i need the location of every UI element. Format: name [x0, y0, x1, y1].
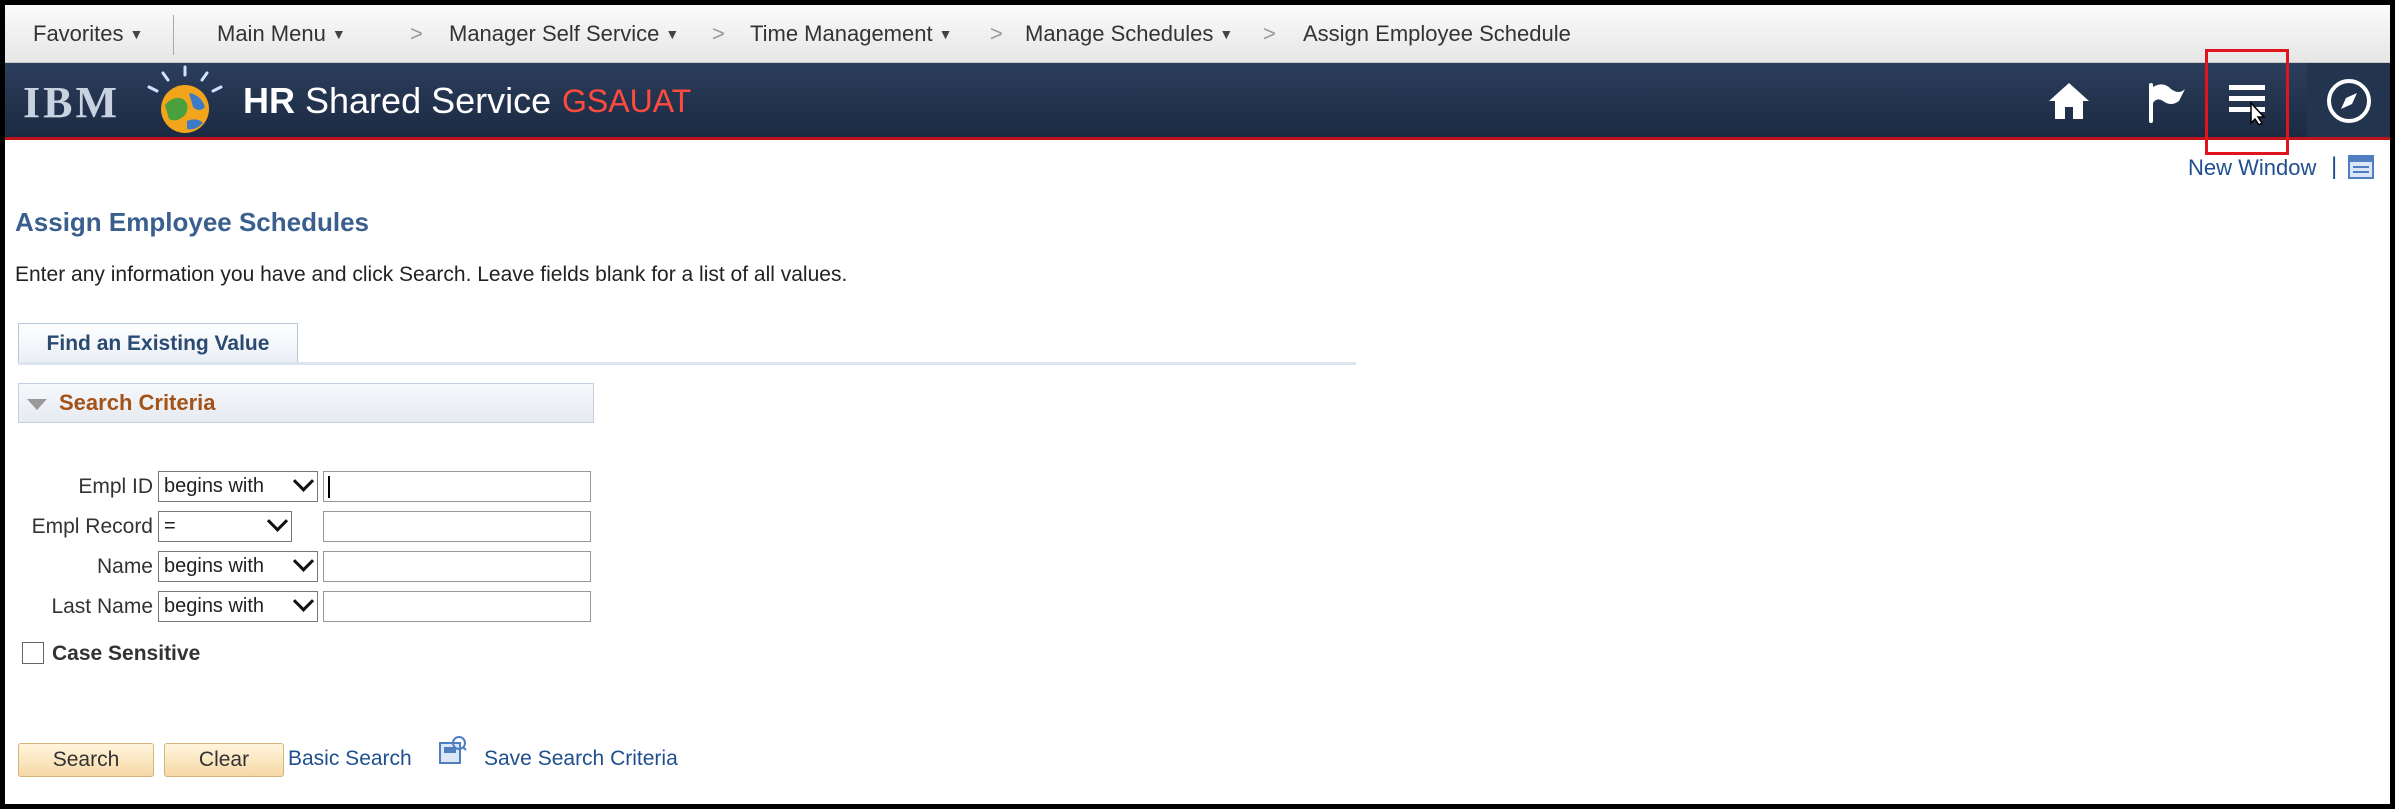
breadcrumb-main-menu[interactable]: Main Menu ▼	[217, 5, 346, 62]
breadcrumb-manager-self-service[interactable]: Manager Self Service ▼	[449, 5, 679, 62]
flag-icon[interactable]	[2141, 77, 2189, 125]
tab-find-existing-value[interactable]: Find an Existing Value	[18, 323, 298, 363]
empl-id-input[interactable]	[323, 471, 591, 502]
breadcrumb-separator: >	[410, 21, 423, 46]
last-name-label: Last Name	[51, 595, 153, 618]
breadcrumb-separator: >	[712, 21, 725, 46]
caret-down-icon: ▼	[665, 26, 680, 42]
name-operator-value: begins with	[164, 555, 265, 577]
breadcrumb-current: Assign Employee Schedule	[1303, 21, 1571, 46]
home-icon[interactable]	[2045, 77, 2093, 125]
empl-id-operator-select[interactable]: begins with	[158, 470, 318, 502]
empl-record-operator-value: =	[164, 515, 176, 537]
app-title-rest: Shared Service	[295, 80, 552, 121]
app-banner: IBM HR Shared Service GSAUAT	[5, 63, 2390, 140]
collapse-triangle-icon[interactable]	[27, 399, 47, 410]
clear-button[interactable]: Clear	[164, 743, 284, 777]
breadcrumb-favorites[interactable]: Favorites ▼	[33, 5, 143, 62]
breadcrumb-manager-self-service-label: Manager Self Service	[449, 21, 660, 46]
chevron-down-icon	[266, 510, 289, 532]
caret-down-icon: ▼	[129, 26, 144, 42]
breadcrumb-favorites-label: Favorites	[33, 21, 124, 46]
breadcrumb-separator: >	[1263, 21, 1276, 46]
compass-button[interactable]	[2307, 63, 2390, 137]
caret-down-icon: ▼	[1219, 26, 1234, 42]
compass-icon	[2327, 79, 2371, 123]
breadcrumb-main-menu-label: Main Menu	[217, 21, 326, 46]
globe-logo-icon	[147, 65, 223, 133]
page-title: Assign Employee Schedules	[15, 207, 370, 237]
save-search-icon[interactable]	[437, 735, 467, 765]
app-title-bold: HR	[243, 80, 295, 121]
chevron-down-icon	[292, 590, 315, 612]
case-sensitive-label: Case Sensitive	[52, 642, 201, 665]
breadcrumb-divider	[173, 15, 174, 55]
case-sensitive-checkbox[interactable]	[22, 642, 44, 664]
name-input[interactable]	[323, 551, 591, 582]
browser-viewport: Favorites ▼ Main Menu ▼ > Manager Self Ser…	[5, 5, 2390, 804]
chevron-down-icon	[292, 550, 315, 572]
search-button[interactable]: Search	[18, 743, 154, 777]
breadcrumb-manage-schedules[interactable]: Manage Schedules ▼	[1025, 5, 1233, 62]
empl-record-operator-select[interactable]: =	[158, 510, 292, 542]
breadcrumb-separator: >	[990, 21, 1003, 46]
basic-search-link[interactable]: Basic Search	[288, 747, 412, 771]
breadcrumb-time-management[interactable]: Time Management ▼	[750, 5, 952, 62]
new-window-link[interactable]: New Window	[2188, 155, 2316, 181]
search-criteria-title: Search Criteria	[59, 390, 216, 415]
last-name-input[interactable]	[323, 591, 591, 622]
header-link-separator: |	[2331, 153, 2338, 180]
empl-id-operator-value: begins with	[164, 475, 265, 497]
save-search-criteria-link[interactable]: Save Search Criteria	[484, 747, 678, 771]
personalize-page-icon[interactable]	[2348, 155, 2374, 179]
empl-id-label: Empl ID	[78, 475, 153, 498]
ibm-logo: IBM	[23, 78, 120, 127]
environment-label: GSAUAT	[562, 83, 692, 119]
empl-record-label: Empl Record	[31, 515, 153, 538]
page-instructions: Enter any information you have and click…	[15, 263, 848, 286]
last-name-operator-value: begins with	[164, 595, 265, 617]
last-name-operator-select[interactable]: begins with	[158, 590, 318, 622]
breadcrumb: Favorites ▼ Main Menu ▼ > Manager Self Ser…	[5, 5, 2390, 63]
breadcrumb-time-management-label: Time Management	[750, 21, 933, 46]
name-label: Name	[96, 555, 153, 578]
app-title: HR Shared Service	[243, 80, 551, 122]
chevron-down-icon	[292, 470, 315, 492]
name-operator-select[interactable]: begins with	[158, 550, 318, 582]
menu-highlight-box	[2205, 49, 2289, 155]
caret-down-icon: ▼	[938, 26, 953, 42]
text-cursor	[328, 476, 330, 498]
breadcrumb-manage-schedules-label: Manage Schedules	[1025, 21, 1214, 46]
tab-underline	[18, 362, 1356, 365]
caret-down-icon: ▼	[331, 26, 346, 42]
empl-record-input[interactable]	[323, 511, 591, 542]
